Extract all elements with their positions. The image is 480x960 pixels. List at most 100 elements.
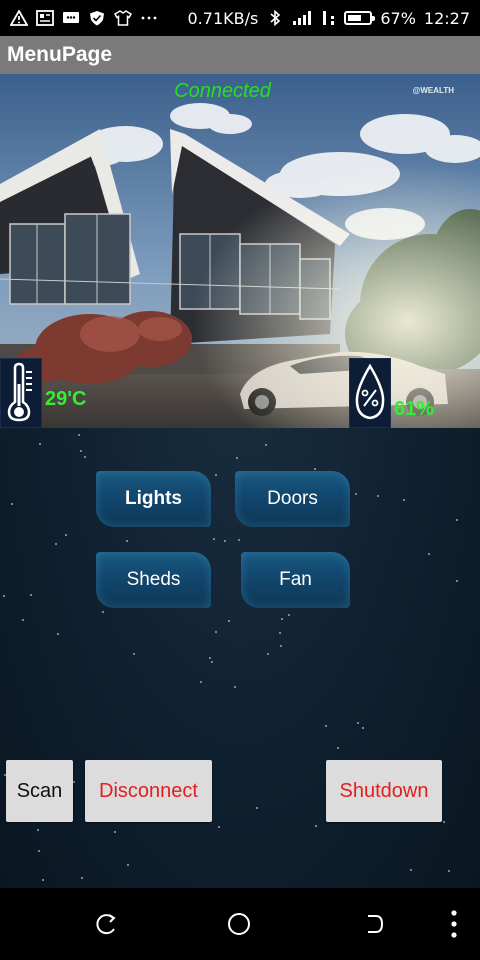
star [133, 653, 135, 655]
star [377, 495, 379, 497]
star [211, 661, 213, 663]
star [22, 619, 24, 621]
signal-icon [293, 11, 312, 25]
scan-button[interactable]: Scan [6, 760, 73, 822]
star [11, 503, 13, 505]
star [288, 614, 290, 616]
status-bar-notifications [10, 10, 158, 26]
star [403, 499, 405, 501]
page-title: MenuPage [7, 43, 113, 66]
star [265, 444, 267, 446]
navigation-bar [0, 888, 480, 960]
star [238, 539, 240, 541]
star [213, 538, 215, 540]
image-watermark: @WEALTH [412, 86, 454, 95]
disconnect-button[interactable]: Disconnect [85, 760, 212, 822]
clock: 12:27 [423, 8, 470, 28]
star [428, 553, 430, 555]
temperature-value: 29'C [45, 388, 87, 410]
star [127, 864, 129, 866]
house-illustration [0, 74, 480, 428]
star [81, 877, 83, 879]
bluetooth-icon [270, 10, 281, 26]
star [234, 686, 236, 688]
star [215, 631, 217, 633]
star [57, 633, 59, 635]
connection-status: Connected [174, 80, 271, 102]
battery-percent: 67% [380, 8, 416, 28]
star [65, 534, 67, 536]
star [200, 681, 202, 683]
star [357, 722, 359, 724]
star [80, 450, 82, 452]
star [37, 829, 39, 831]
star [280, 645, 282, 647]
star [114, 831, 116, 833]
star [448, 870, 450, 872]
star [55, 543, 57, 545]
humidity-drop-icon [355, 363, 385, 420]
star [42, 879, 44, 881]
back-icon [96, 914, 116, 935]
battery-fill [348, 15, 362, 21]
star [30, 594, 32, 596]
battery-icon [344, 11, 376, 25]
star [355, 493, 357, 495]
home-icon [228, 913, 250, 935]
star [410, 869, 412, 871]
star [315, 825, 317, 827]
star [39, 443, 41, 445]
menu-button[interactable] [436, 906, 472, 942]
recents-icon [368, 915, 384, 933]
status-bar: 0.71KB/s 67% 12:27 [0, 0, 480, 36]
star [362, 727, 364, 729]
star [443, 821, 445, 823]
star [279, 632, 281, 634]
lights-button[interactable]: Lights [96, 471, 211, 527]
message-icon [63, 12, 79, 23]
star [256, 807, 258, 809]
humidity-tile [349, 358, 391, 428]
shutdown-button[interactable]: Shutdown [326, 760, 442, 822]
star [281, 618, 283, 620]
star [209, 657, 211, 659]
star [102, 611, 104, 613]
star [337, 747, 339, 749]
sheds-button[interactable]: Sheds [96, 552, 211, 608]
star [456, 519, 458, 521]
star [228, 620, 230, 622]
star [126, 540, 128, 542]
fan-button[interactable]: Fan [241, 552, 350, 608]
recents-button[interactable] [356, 906, 392, 942]
star [84, 456, 86, 458]
star [456, 580, 458, 582]
shield-icon [90, 11, 104, 26]
title-bar: MenuPage [0, 36, 480, 74]
doors-button[interactable]: Doors [235, 471, 350, 527]
home-button[interactable] [221, 906, 257, 942]
back-button[interactable] [89, 906, 125, 942]
status-bar-system: 0.71KB/s 67% 12:27 [188, 9, 471, 28]
menu-dots-icon [451, 910, 457, 938]
temperature-tile [0, 358, 42, 428]
star [314, 468, 316, 470]
warning-icon [10, 10, 28, 26]
star [3, 595, 5, 597]
news-icon [36, 10, 54, 26]
shirt-icon [114, 10, 132, 26]
network-speed: 0.71KB/s [187, 8, 259, 28]
star [73, 781, 75, 783]
humidity-value: 61% [394, 398, 435, 420]
star [236, 457, 238, 459]
star [218, 826, 220, 828]
house-scene-image: Connected @WEALTH 29'C 61% [0, 74, 480, 428]
star [325, 725, 327, 727]
star [78, 434, 80, 436]
thermometer-icon [7, 362, 32, 422]
star [224, 540, 226, 542]
star [267, 653, 269, 655]
more-icon [141, 16, 157, 20]
wifi-icon [323, 11, 335, 25]
star [38, 850, 40, 852]
main-content: Connected @WEALTH 29'C 61% Lights Doors … [0, 74, 480, 888]
